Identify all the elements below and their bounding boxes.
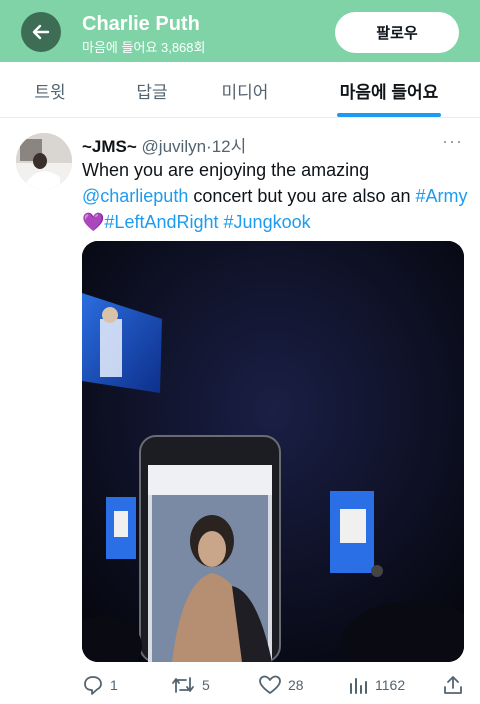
more-options-button[interactable]: ··· [442, 131, 463, 152]
tab-replies[interactable]: 답글 [112, 62, 192, 118]
tab-media[interactable]: 미디어 [205, 62, 285, 118]
heart-icon [259, 675, 281, 694]
share-button[interactable] [442, 671, 470, 699]
back-button[interactable] [21, 12, 61, 52]
active-tab-indicator [337, 113, 441, 117]
like-count: 28 [288, 677, 304, 693]
retweet-count: 5 [202, 677, 210, 693]
views-chart-icon [350, 678, 367, 694]
views-button[interactable]: 1162 [347, 671, 405, 699]
profile-tabs: 트윗 답글 미디어 마음에 들어요 [0, 62, 480, 118]
hashtag-link[interactable]: #LeftAndRight [104, 212, 218, 232]
arrow-left-icon [32, 24, 50, 40]
purple-heart-emoji: 💜 [82, 212, 105, 233]
reply-icon [84, 676, 102, 695]
reply-count: 1 [110, 677, 118, 693]
profile-name: Charlie Puth [82, 13, 200, 35]
tweet-text-part: When you are enjoying the amazing [82, 160, 370, 180]
concert-photo [82, 241, 464, 662]
tweet-media[interactable] [82, 241, 464, 662]
tweet-text-part: concert but you are also an [188, 186, 416, 206]
retweet-icon [172, 677, 194, 693]
views-count: 1162 [375, 677, 406, 693]
retweet-button[interactable]: 5 [170, 671, 210, 699]
reply-button[interactable]: 1 [82, 671, 118, 699]
avatar[interactable] [16, 133, 72, 189]
hashtag-link[interactable]: #Jungkook [224, 212, 311, 232]
likes-count-subtitle: 마음에 들어요 3,868회 [82, 40, 206, 55]
tab-tweets[interactable]: 트윗 [10, 62, 90, 118]
mention-link[interactable]: @charlieputh [82, 186, 188, 206]
hashtag-link[interactable]: #Army [415, 186, 467, 206]
author-name[interactable]: ~JMS~ [82, 137, 137, 156]
follow-button[interactable]: 팔로우 [335, 12, 459, 53]
avatar-photo [16, 133, 72, 189]
like-button[interactable]: 28 [258, 671, 304, 699]
tweet-time[interactable]: 12시 [212, 137, 247, 156]
tab-likes[interactable]: 마음에 들어요 [324, 62, 454, 118]
tweet-text: When you are enjoying the amazing @charl… [82, 157, 472, 236]
profile-header: Charlie Puth 마음에 들어요 3,868회 팔로우 [0, 0, 480, 62]
share-icon [444, 676, 462, 694]
tweet-actions: 1 5 28 1162 [82, 671, 472, 699]
tweet-header: ~JMS~ @juvilyn·12시 [82, 132, 246, 157]
author-handle[interactable]: @juvilyn [142, 137, 207, 156]
